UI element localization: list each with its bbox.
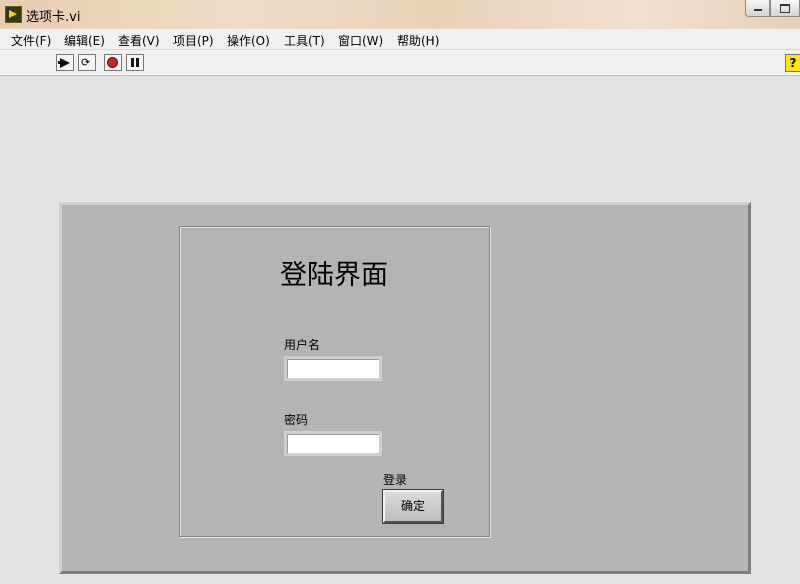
pause-icon[interactable]	[126, 54, 144, 71]
username-label: 用户名	[284, 338, 321, 352]
labview-vi-icon	[5, 6, 22, 23]
password-label: 密码	[284, 413, 309, 427]
menu-view[interactable]: 查看(V)	[118, 32, 160, 49]
menu-bar: 文件(F) 编辑(E) 查看(V) 项目(P) 操作(O) 工具(T) 窗口(W…	[0, 29, 800, 50]
page-title: 登陆界面	[280, 260, 388, 291]
menu-project[interactable]: 项目(P)	[173, 32, 214, 49]
ok-button[interactable]: 确定	[382, 489, 444, 524]
run-continuously-icon[interactable]: ⟳	[78, 54, 96, 71]
title-bar: 选项卡.vi	[0, 0, 800, 29]
menu-edit[interactable]: 编辑(E)	[64, 32, 105, 49]
menu-tools[interactable]: 工具(T)	[284, 32, 325, 49]
window-title: 选项卡.vi	[26, 10, 81, 25]
menu-help[interactable]: 帮助(H)	[397, 32, 439, 49]
menu-window[interactable]: 窗口(W)	[338, 32, 383, 49]
menu-file[interactable]: 文件(F)	[11, 32, 51, 49]
login-label: 登录	[383, 473, 408, 487]
context-help-icon[interactable]: ?	[785, 54, 800, 72]
password-input[interactable]	[284, 431, 382, 456]
toolbar: ⟳	[0, 50, 800, 76]
username-input[interactable]	[284, 356, 382, 381]
run-arrow-icon[interactable]	[56, 54, 74, 71]
abort-icon[interactable]	[104, 54, 122, 71]
maximize-button[interactable]	[770, 0, 800, 17]
menu-operate[interactable]: 操作(O)	[227, 32, 270, 49]
minimize-button[interactable]	[745, 0, 770, 17]
